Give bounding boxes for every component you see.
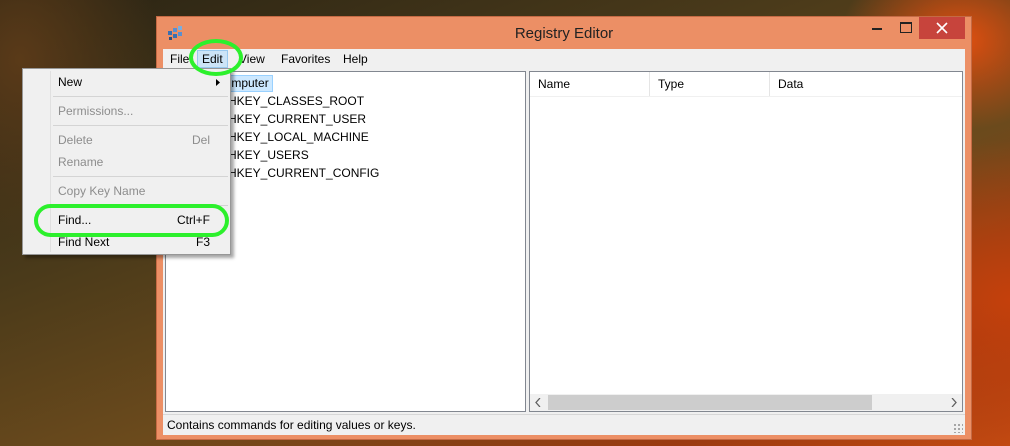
menu-item-delete: Delete Del (25, 129, 228, 151)
menu-bar: File Edit View Favorites Help (163, 49, 965, 69)
close-button[interactable] (919, 17, 965, 39)
window-title: Registry Editor (514, 25, 614, 42)
title-bar[interactable]: Registry Editor (157, 17, 971, 49)
scroll-right-icon[interactable] (951, 398, 957, 407)
menu-separator (53, 96, 228, 97)
menu-item-find[interactable]: Find... Ctrl+F (25, 209, 228, 231)
menu-item-new-label: New (58, 75, 83, 89)
menu-separator (53, 125, 228, 126)
menu-item-rename-label: Rename (58, 155, 104, 169)
values-list-pane[interactable]: Name Type Data (529, 71, 963, 412)
tree-item-hkey-classes-root[interactable]: HKEY_CLASSES_ROOT (228, 92, 364, 110)
registry-editor-window: Registry Editor File Edit View Favorites… (156, 16, 972, 440)
scroll-left-icon[interactable] (535, 398, 541, 407)
tree-item-hkey-users[interactable]: HKEY_USERS (228, 146, 309, 164)
column-header-type[interactable]: Type (650, 72, 770, 96)
header-divider (530, 96, 962, 97)
menu-favorites[interactable]: Favorites (277, 50, 334, 68)
status-bar: Contains commands for editing values or … (163, 414, 965, 435)
menu-view[interactable]: View (235, 50, 269, 68)
menu-item-find-next-shortcut: F3 (195, 235, 210, 249)
menu-file[interactable]: File (166, 50, 193, 68)
window-client-area: File Edit View Favorites Help Computer H… (163, 49, 965, 435)
minimize-button[interactable] (863, 17, 891, 39)
tree-item-hkey-local-machine[interactable]: HKEY_LOCAL_MACHINE (228, 128, 369, 146)
resize-grip-icon[interactable] (953, 423, 963, 433)
menu-item-rename: Rename (25, 151, 228, 173)
edit-menu-dropdown: New Permissions... Delete Del Rename Cop… (22, 68, 231, 255)
menu-item-delete-shortcut: Del (191, 133, 210, 147)
tree-item-hkey-current-config[interactable]: HKEY_CURRENT_CONFIG (228, 164, 379, 182)
menu-item-find-next-label: Find Next (58, 235, 110, 249)
submenu-arrow-icon (216, 79, 220, 86)
menu-edit[interactable]: Edit (197, 50, 228, 68)
maximize-button[interactable] (891, 17, 919, 39)
menu-item-permissions: Permissions... (25, 100, 228, 122)
tree-item-hkey-current-user[interactable]: HKEY_CURRENT_USER (228, 110, 366, 128)
menu-item-new[interactable]: New (25, 71, 228, 93)
horizontal-scrollbar[interactable] (530, 394, 962, 411)
menu-item-permissions-label: Permissions... (58, 104, 134, 118)
menu-item-find-label: Find... (58, 213, 92, 227)
status-text: Contains commands for editing values or … (167, 418, 416, 432)
menu-item-find-shortcut: Ctrl+F (177, 213, 210, 227)
menu-item-find-next[interactable]: Find Next F3 (25, 231, 228, 253)
menu-separator (53, 176, 228, 177)
scrollbar-thumb[interactable] (548, 395, 872, 410)
column-header-name[interactable]: Name (530, 72, 650, 96)
close-icon (936, 22, 948, 34)
column-header-data[interactable]: Data (770, 72, 962, 96)
menu-help[interactable]: Help (339, 50, 372, 68)
menu-item-copy-key-name: Copy Key Name (25, 180, 228, 202)
menu-item-copy-key-name-label: Copy Key Name (58, 184, 146, 198)
menu-item-delete-label: Delete (58, 133, 93, 147)
menu-separator (53, 205, 228, 206)
